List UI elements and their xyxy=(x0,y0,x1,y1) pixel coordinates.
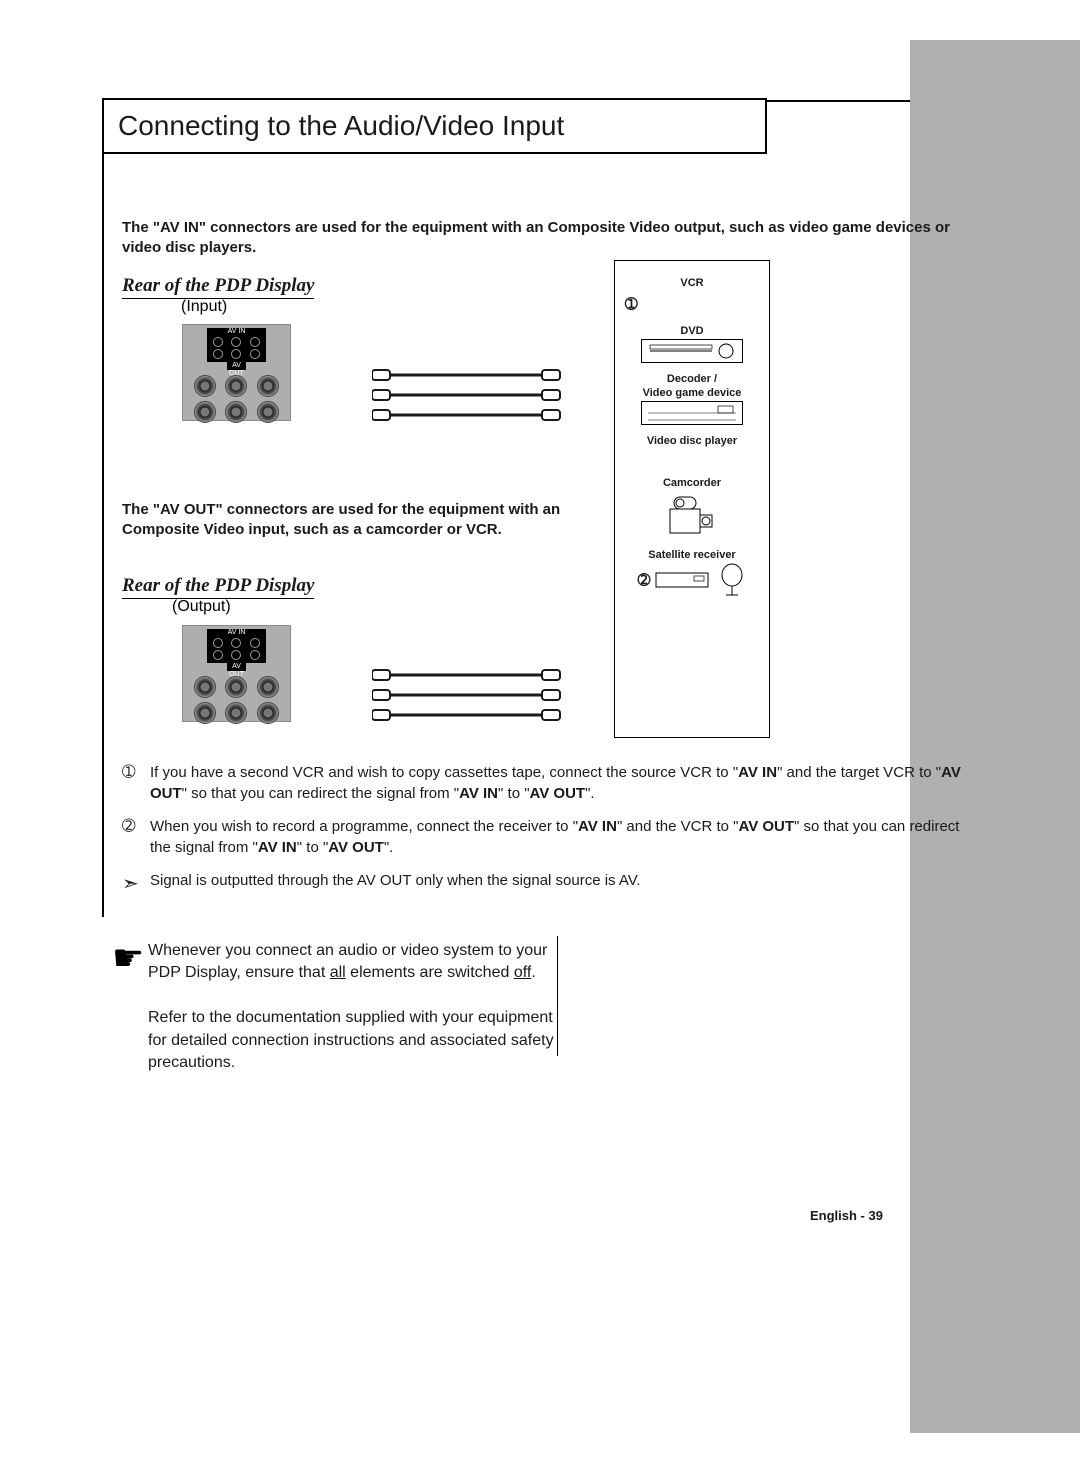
caution-text: Whenever you connect an audio or video s… xyxy=(148,940,572,1074)
page-number: English - 39 xyxy=(810,1208,883,1223)
cable-set-output xyxy=(372,668,572,728)
note-text-2: When you wish to record a programme, con… xyxy=(150,816,967,858)
intro-avout: The "AV OUT" connectors are used for the… xyxy=(122,500,602,541)
dvd-icon xyxy=(641,339,743,363)
label-avin: AV IN xyxy=(227,328,246,336)
caution-note: ☛ Whenever you connect an audio or video… xyxy=(112,940,572,1074)
output-subheading: (Output) xyxy=(172,598,231,616)
note-marker-1: ➀ xyxy=(122,762,150,804)
camcorder-icon xyxy=(662,491,722,541)
rca-jack xyxy=(225,401,247,423)
note-1: ➀ If you have a second VCR and wish to c… xyxy=(122,762,967,804)
rca-jack xyxy=(257,375,279,397)
note-marker-arrow: ➣ xyxy=(122,870,150,898)
rca-jack xyxy=(225,676,247,698)
rear-panel-input: AV IN AV OUT xyxy=(182,324,291,421)
note-text-3: Signal is outputted through the AV OUT o… xyxy=(150,870,967,898)
device-decoder-label: Decoder / xyxy=(623,373,761,385)
devices-legend: VCR ➀ DVD Decoder / Video game device Vi… xyxy=(614,260,770,738)
rear-label-text: Rear of the PDP Display xyxy=(122,575,314,599)
device-camcorder-label: Camcorder xyxy=(623,477,761,489)
receiver-icon xyxy=(654,569,714,591)
input-subheading: (Input) xyxy=(181,298,227,316)
dish-icon xyxy=(718,563,746,597)
marker-1: ➀ xyxy=(625,295,638,313)
device-dvd-label: DVD xyxy=(623,325,761,337)
rca-jack xyxy=(194,676,216,698)
label-avout: AV OUT xyxy=(227,663,246,671)
rca-jack xyxy=(194,702,216,724)
note-text-1: If you have a second VCR and wish to cop… xyxy=(150,762,967,804)
rear-label-text: Rear of the PDP Display xyxy=(122,275,314,299)
rear-panel-output: AV IN AV OUT xyxy=(182,625,291,722)
page-title: Connecting to the Audio/Video Input xyxy=(102,98,767,154)
pointer-icon: ☛ xyxy=(112,940,148,1074)
label-avout: AV OUT xyxy=(227,362,246,370)
rca-jack xyxy=(257,676,279,698)
intro-avin: The "AV IN" connectors are used for the … xyxy=(122,218,962,259)
rear-heading-output: Rear of the PDP Display xyxy=(122,575,314,599)
decoder-icon xyxy=(641,401,743,425)
device-vcr-label: VCR xyxy=(623,277,761,289)
marker-2: ➁ xyxy=(638,571,651,589)
rca-jack xyxy=(225,375,247,397)
rear-heading-input: Rear of the PDP Display xyxy=(122,275,314,299)
note-marker-2: ➁ xyxy=(122,816,150,858)
rca-jack xyxy=(257,401,279,423)
device-game-label: Video game device xyxy=(623,387,761,399)
label-avin: AV IN xyxy=(227,629,246,637)
notes-list: ➀ If you have a second VCR and wish to c… xyxy=(122,762,967,910)
device-sat-label: Satellite receiver xyxy=(623,549,761,561)
cable-set-input xyxy=(372,368,572,428)
note-3: ➣ Signal is outputted through the AV OUT… xyxy=(122,870,967,898)
rca-jack xyxy=(194,375,216,397)
note-2: ➁ When you wish to record a programme, c… xyxy=(122,816,967,858)
rca-jack xyxy=(194,401,216,423)
page: Connecting to the Audio/Video Input The … xyxy=(0,0,1080,1473)
rca-jack xyxy=(225,702,247,724)
device-disc-label: Video disc player xyxy=(623,435,761,447)
rca-jack xyxy=(257,702,279,724)
